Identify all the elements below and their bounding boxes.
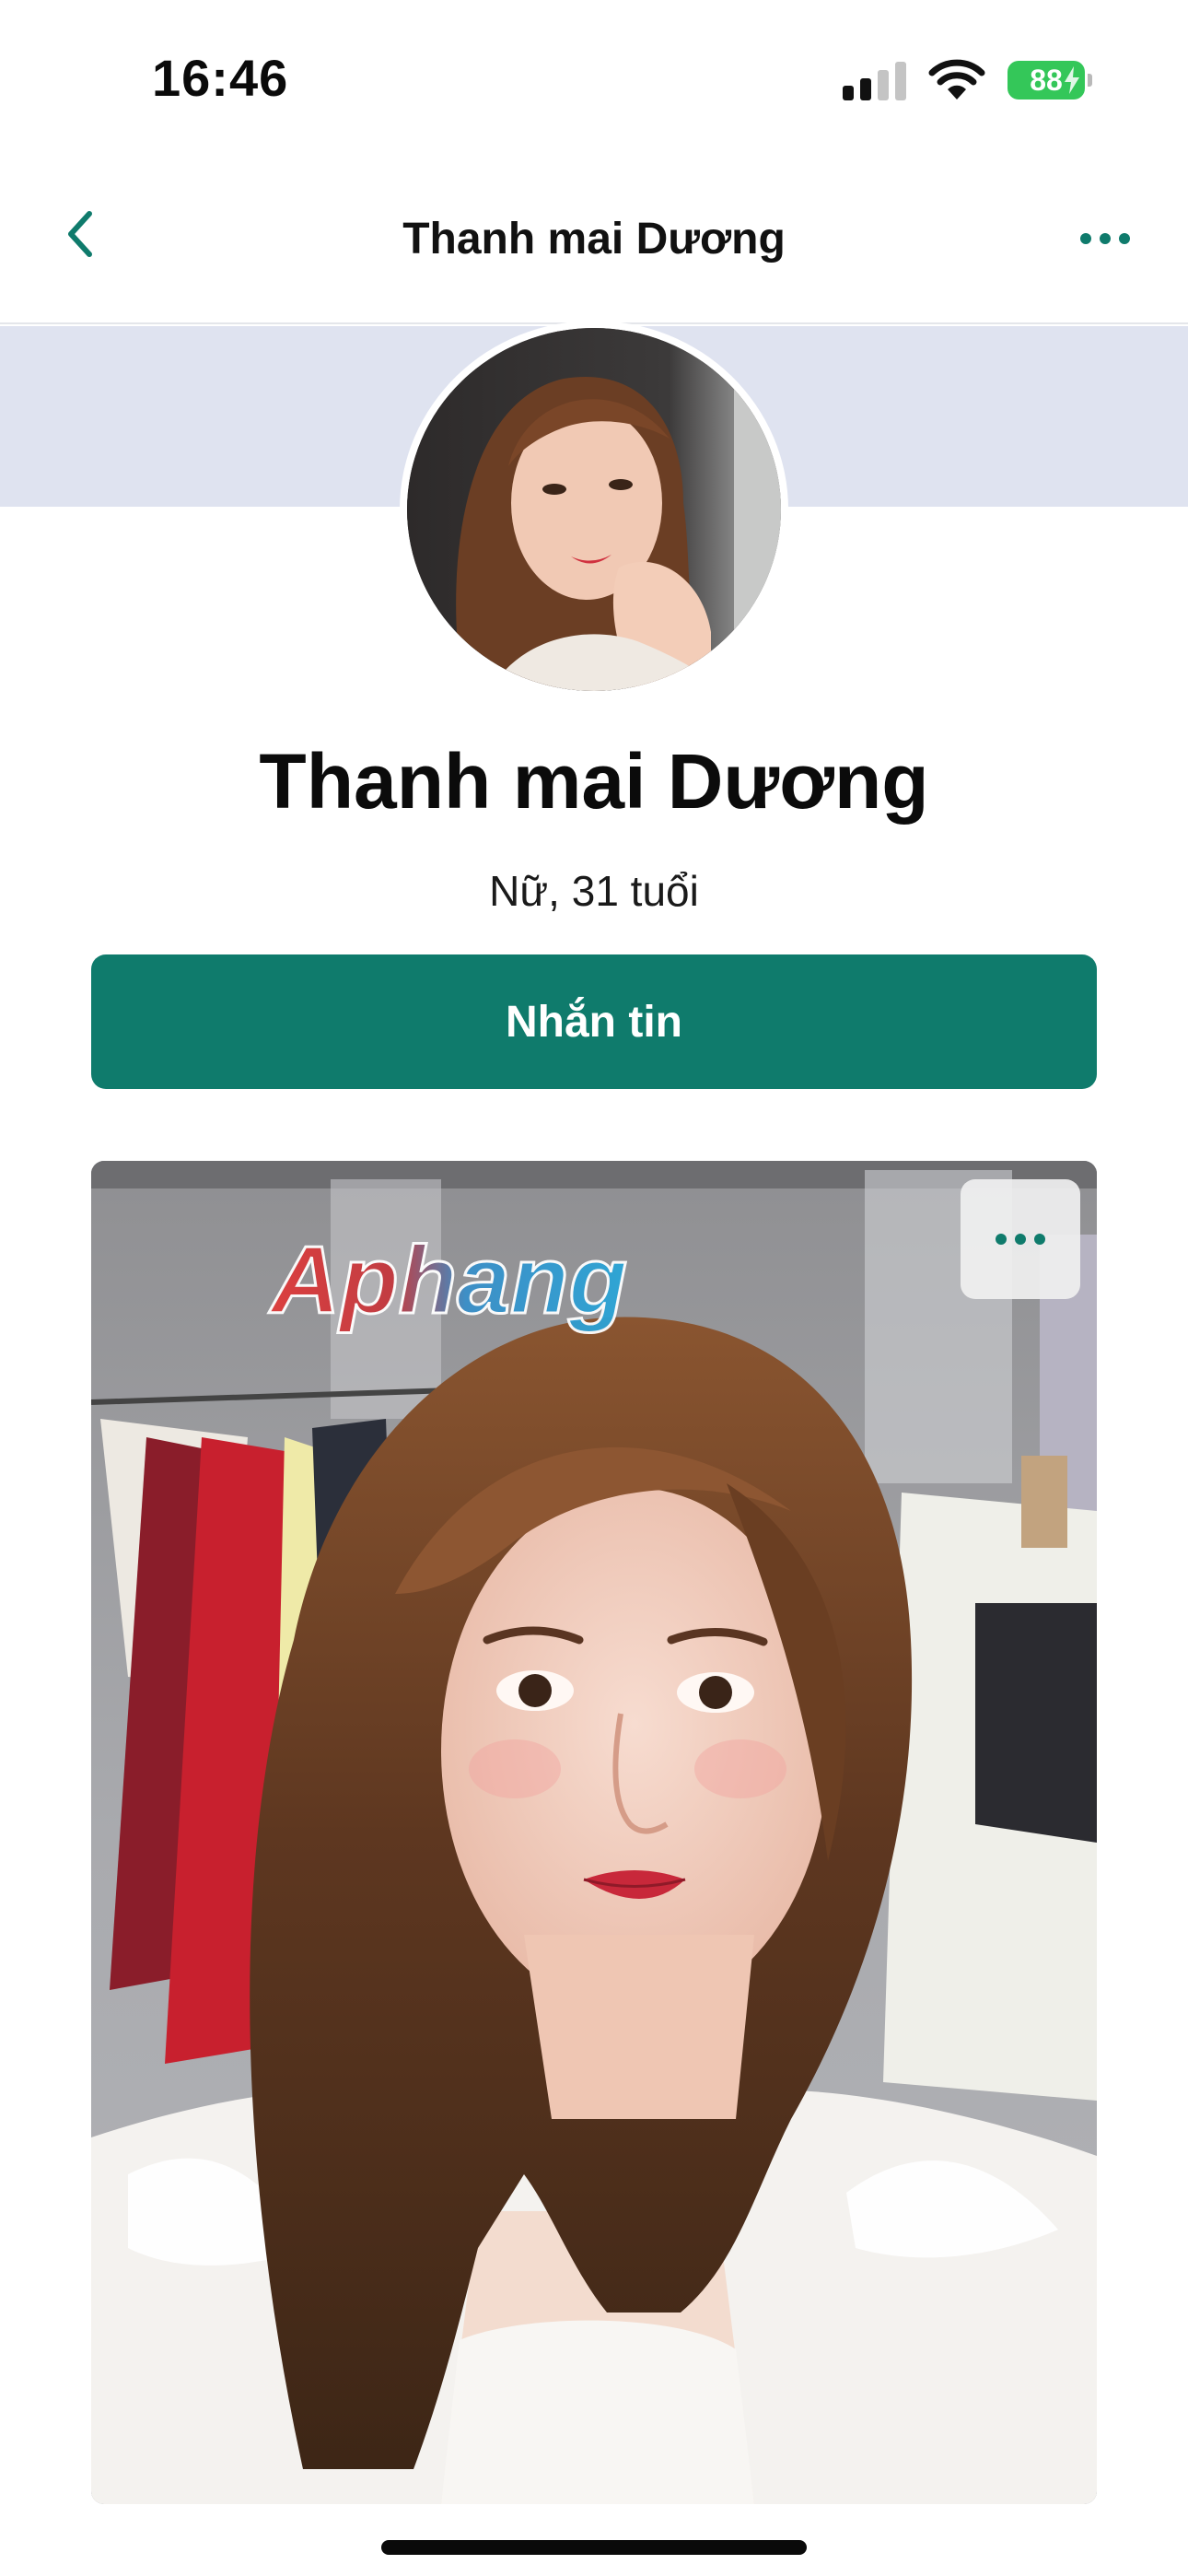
post-photo[interactable]: Aphang bbox=[91, 1161, 1097, 2504]
wifi-icon bbox=[928, 59, 985, 100]
charging-bolt-icon bbox=[1065, 66, 1079, 94]
post-image: Aphang bbox=[91, 1161, 1097, 2504]
nav-title: Thanh mai Dương bbox=[402, 215, 786, 263]
photo-more-button[interactable] bbox=[961, 1179, 1080, 1299]
message-button[interactable]: Nhắn tin bbox=[91, 954, 1097, 1089]
battery-icon: 88 bbox=[1007, 61, 1092, 100]
battery-level: 88 bbox=[1030, 63, 1063, 97]
watermark-text: Aphang bbox=[268, 1227, 627, 1334]
status-bar: 16:46 88 bbox=[0, 0, 1188, 157]
profile-screen: 16:46 88 Thanh mai Dương Thanh mai Dương… bbox=[0, 0, 1188, 2576]
profile-name: Thanh mai Dương bbox=[259, 738, 929, 825]
profile-gender-age: Nữ, 31 tuổi bbox=[489, 867, 699, 915]
status-time: 16:46 bbox=[152, 49, 289, 107]
home-indicator[interactable] bbox=[381, 2540, 807, 2555]
more-horizontal-icon bbox=[996, 1234, 1045, 1245]
cellular-signal-icon bbox=[843, 60, 906, 100]
battery-nub bbox=[1088, 74, 1092, 87]
status-indicators: 88 bbox=[843, 57, 1092, 103]
avatar-photo bbox=[407, 328, 781, 691]
navigation-bar: Thanh mai Dương bbox=[0, 157, 1188, 324]
more-options-button[interactable] bbox=[1068, 216, 1142, 262]
more-horizontal-icon bbox=[1080, 233, 1130, 244]
avatar[interactable] bbox=[400, 321, 788, 698]
